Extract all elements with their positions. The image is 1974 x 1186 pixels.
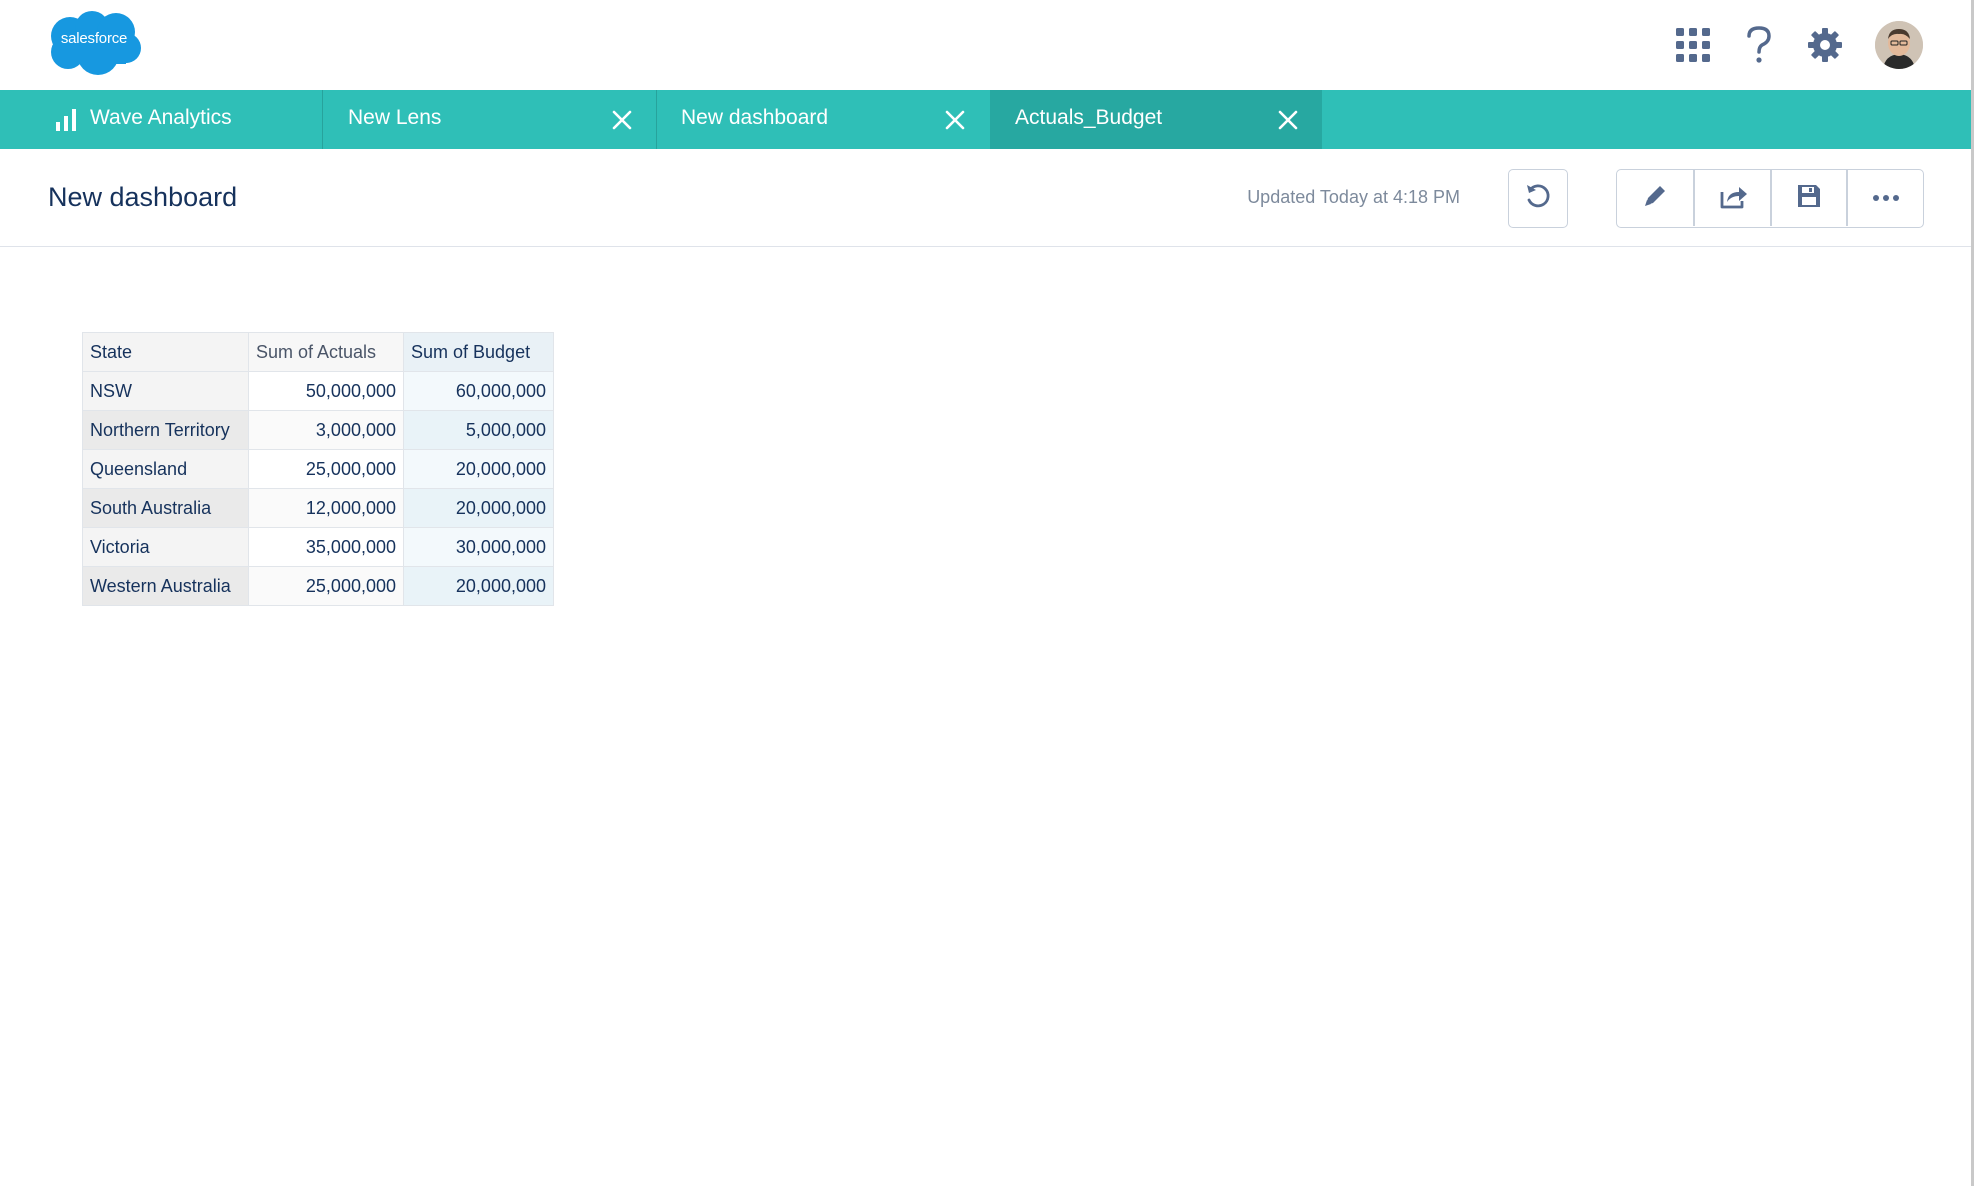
close-icon[interactable]	[610, 108, 634, 132]
global-header: salesforce	[0, 0, 1971, 90]
tab-label: New dashboard	[681, 106, 829, 129]
help-icon[interactable]	[1736, 22, 1782, 68]
close-icon[interactable]	[1276, 108, 1300, 132]
avatar[interactable]	[1875, 21, 1923, 69]
pencil-icon	[1641, 182, 1669, 215]
column-header-budget[interactable]: Sum of Budget	[403, 332, 554, 372]
undo-icon	[1524, 182, 1552, 215]
column-header-state[interactable]: State	[82, 332, 249, 372]
cell-budget: 20,000,000	[403, 566, 554, 606]
table-header-row: State Sum of Actuals Sum of Budget	[82, 332, 554, 372]
cell-actuals: 3,000,000	[248, 410, 404, 450]
table-row[interactable]: NSW 50,000,000 60,000,000	[82, 371, 554, 411]
edit-button[interactable]	[1617, 170, 1693, 226]
cell-state: Western Australia	[82, 566, 249, 606]
undo-button[interactable]	[1508, 169, 1568, 228]
table-row[interactable]: Queensland 25,000,000 20,000,000	[82, 449, 554, 489]
values-table: State Sum of Actuals Sum of Budget NSW 5…	[82, 332, 554, 606]
logo-text: salesforce	[60, 30, 128, 47]
cell-budget: 5,000,000	[403, 410, 554, 450]
bar-chart-icon	[55, 109, 77, 137]
cell-state: Northern Territory	[82, 410, 249, 450]
cell-state: NSW	[82, 371, 249, 411]
column-header-actuals[interactable]: Sum of Actuals	[248, 332, 404, 372]
share-button[interactable]	[1695, 170, 1770, 226]
updated-timestamp: Updated Today at 4:18 PM	[1247, 187, 1460, 207]
cell-actuals: 25,000,000	[248, 449, 404, 489]
cell-state: Victoria	[82, 527, 249, 567]
cell-budget: 60,000,000	[403, 371, 554, 411]
cell-budget: 20,000,000	[403, 449, 554, 489]
tab-wave-analytics[interactable]: Wave Analytics	[0, 90, 322, 149]
page-title: New dashboard	[48, 182, 238, 212]
table-row[interactable]: Victoria 35,000,000 30,000,000	[82, 527, 554, 567]
table-row[interactable]: Northern Territory 3,000,000 5,000,000	[82, 410, 554, 450]
tab-label: Wave Analytics	[90, 106, 232, 129]
cell-actuals: 25,000,000	[248, 566, 404, 606]
table-row[interactable]: Western Australia 25,000,000 20,000,000	[82, 566, 554, 606]
salesforce-logo[interactable]: salesforce	[46, 10, 142, 76]
cell-state: Queensland	[82, 449, 249, 489]
more-icon	[1872, 189, 1900, 207]
tab-new-dashboard[interactable]: New dashboard	[657, 90, 990, 149]
cell-state: South Australia	[82, 488, 249, 528]
cell-actuals: 35,000,000	[248, 527, 404, 567]
tab-label: New Lens	[348, 106, 442, 129]
tab-actuals-budget[interactable]: Actuals_Budget	[990, 90, 1322, 149]
close-icon[interactable]	[943, 108, 967, 132]
app-launcher-icon[interactable]	[1670, 22, 1716, 68]
app-window: salesforce Wave Analytics New Lens New d…	[0, 0, 1974, 1186]
tab-label: Actuals_Budget	[1015, 106, 1163, 129]
tab-bar: Wave Analytics New Lens New dashboard Ac…	[0, 90, 1971, 149]
more-button[interactable]	[1848, 170, 1923, 226]
save-button[interactable]	[1772, 170, 1846, 226]
table-row[interactable]: South Australia 12,000,000 20,000,000	[82, 488, 554, 528]
page-header: New dashboard Updated Today at 4:18 PM	[0, 149, 1971, 247]
tab-new-lens[interactable]: New Lens	[323, 90, 656, 149]
save-icon	[1796, 183, 1822, 214]
gear-icon[interactable]	[1802, 22, 1848, 68]
cell-actuals: 50,000,000	[248, 371, 404, 411]
dashboard-actions-group	[1616, 169, 1924, 228]
cell-actuals: 12,000,000	[248, 488, 404, 528]
cell-budget: 20,000,000	[403, 488, 554, 528]
share-icon	[1718, 182, 1748, 215]
cell-budget: 30,000,000	[403, 527, 554, 567]
